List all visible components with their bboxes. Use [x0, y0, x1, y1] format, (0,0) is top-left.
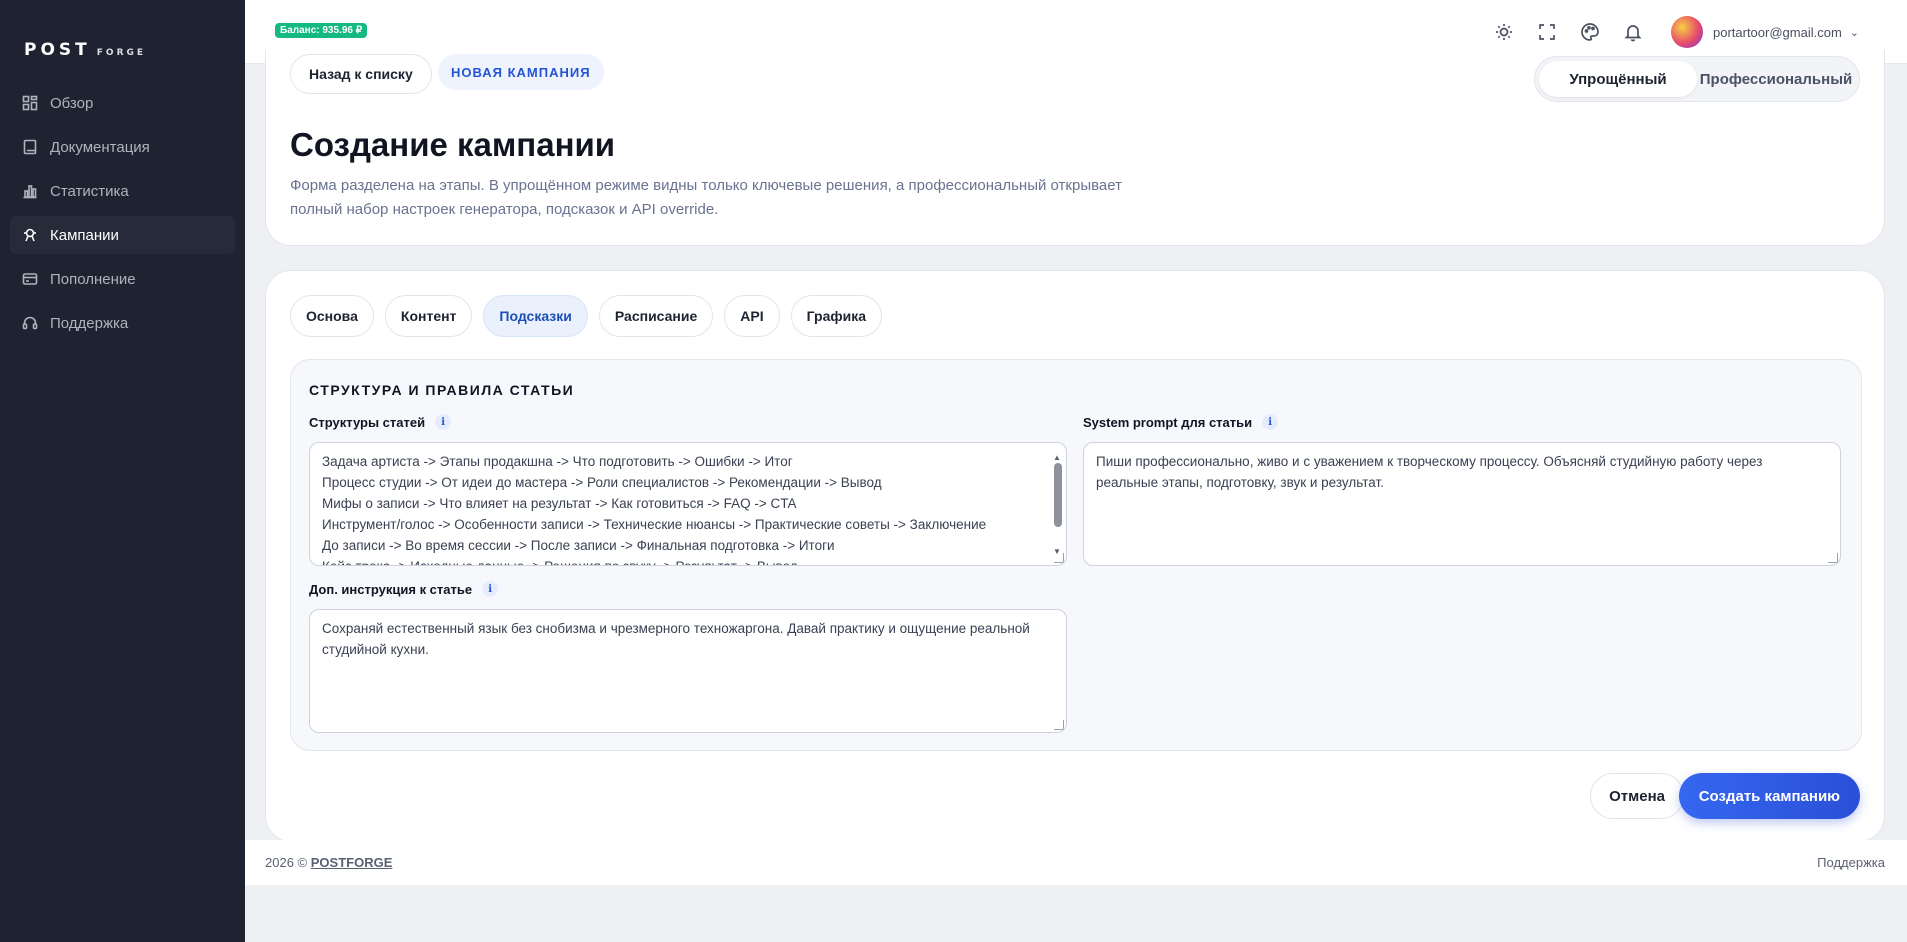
system-prompt-value: Пиши профессионально, живо и с уважением… — [1096, 454, 1763, 490]
structure-line: Мифы о записи -> Что влияет на результат… — [322, 496, 797, 511]
grid-icon — [22, 95, 38, 111]
tab-prompts[interactable]: Подсказки — [483, 295, 588, 337]
sidebar-item-topup[interactable]: Пополнение — [10, 260, 235, 298]
mode-switch: Упрощённый Профессиональный — [1534, 56, 1860, 102]
sidebar-item-label: Статистика — [50, 182, 129, 200]
structure-line: Задача артиста -> Этапы продакшна -> Что… — [322, 454, 793, 469]
info-icon[interactable]: i — [1262, 414, 1279, 430]
fullscreen-icon — [1539, 24, 1555, 40]
resize-handle-icon[interactable] — [1828, 553, 1838, 563]
system-prompt-textarea[interactable]: Пиши профессионально, живо и с уважением… — [1083, 442, 1841, 566]
sidebar-item-label: Пополнение — [50, 270, 136, 288]
info-icon[interactable]: i — [482, 581, 499, 597]
avatar — [1670, 16, 1703, 48]
structure-line: Инструмент/голос -> Особенности записи -… — [322, 517, 987, 532]
sun-icon — [1495, 24, 1512, 40]
rocket-icon — [24, 228, 36, 242]
structures-label: Структуры статей i — [309, 414, 452, 430]
extra-instruction-textarea[interactable]: Сохраняй естественный язык без снобизма … — [309, 609, 1067, 733]
textarea-scrollbar[interactable]: ▲ ▼ — [1052, 447, 1064, 559]
tab-schedule[interactable]: Расписание — [598, 295, 714, 337]
system-prompt-label: System prompt для статьи i — [1083, 414, 1279, 430]
tab-content[interactable]: Контент — [384, 295, 473, 337]
palette-icon — [1581, 23, 1599, 41]
back-to-list-button[interactable]: Назад к списку — [290, 54, 432, 94]
sidebar-item-label: Документация — [50, 138, 150, 156]
system-prompt-label-text: System prompt для статьи — [1083, 414, 1253, 430]
sidebar: POST FORGE Обзор Документация Статистика … — [0, 0, 245, 942]
extra-instruction-value: Сохраняй естественный язык без снобизма … — [322, 621, 1030, 657]
sidebar-item-label: Поддержка — [50, 314, 129, 332]
card-icon — [22, 273, 38, 285]
sidebar-item-label: Обзор — [50, 94, 94, 112]
page-description: Форма разделена на этапы. В упрощённом р… — [290, 177, 1122, 218]
footer-brand-link[interactable]: POSTFORGE — [311, 855, 393, 870]
balance-badge: Баланс: 935.96 ₽ — [275, 23, 368, 38]
form-tabs: Основа Контент Подсказки Расписание API … — [290, 295, 893, 337]
footer-support-link[interactable]: Поддержка — [1817, 855, 1885, 870]
structure-line: До записи -> Во время сессии -> После за… — [322, 538, 835, 553]
theme-toggle-button[interactable] — [1488, 16, 1520, 48]
headset-icon — [22, 316, 38, 330]
campaign-form-card: Основа Контент Подсказки Расписание API … — [265, 270, 1885, 842]
structure-line: Кейс трека -> Исходные данные -> Решения… — [322, 556, 1054, 565]
sidebar-item-support[interactable]: Поддержка — [10, 304, 235, 342]
scrollbar-thumb[interactable] — [1054, 463, 1062, 527]
bell-icon — [1624, 25, 1642, 42]
structure-line: Процесс студии -> От идеи до мастера -> … — [322, 475, 882, 490]
structures-label-text: Структуры статей — [309, 414, 426, 430]
tab-api[interactable]: API — [724, 295, 780, 337]
section-title: СТРУКТУРА И ПРАВИЛА СТАТЬИ — [309, 382, 575, 398]
resize-handle-icon[interactable] — [1054, 720, 1064, 730]
resize-handle-icon[interactable] — [1054, 553, 1064, 563]
campaign-header-card: Назад к списку НОВАЯ КАМПАНИЯ Упрощённый… — [265, 50, 1885, 246]
topbar-actions: portartoor@gmail.com ⌄ — [1477, 16, 1859, 48]
logo-sub: FORGE — [96, 48, 147, 58]
footer: 2026 © POSTFORGE Поддержка — [265, 855, 1885, 870]
new-campaign-badge: НОВАЯ КАМПАНИЯ — [438, 54, 604, 90]
sidebar-item-docs[interactable]: Документация — [10, 128, 235, 166]
notifications-button[interactable] — [1617, 16, 1649, 48]
sidebar-item-campaigns[interactable]: Кампании — [10, 216, 235, 254]
cancel-button[interactable]: Отмена — [1590, 773, 1684, 819]
extra-instruction-label: Доп. инструкция к статье i — [309, 581, 499, 597]
page-title: Создание кампании — [290, 126, 616, 163]
palette-button[interactable] — [1574, 16, 1606, 48]
extra-instruction-label-text: Доп. инструкция к статье — [309, 581, 473, 597]
sidebar-item-label: Кампании — [50, 226, 119, 244]
sidebar-nav: Обзор Документация Статистика Кампании П… — [10, 84, 235, 348]
tab-graphics[interactable]: Графика — [790, 295, 883, 337]
create-campaign-button[interactable]: Создать кампанию — [1678, 773, 1860, 819]
fullscreen-button[interactable] — [1531, 16, 1563, 48]
user-menu[interactable]: portartoor@gmail.com ⌄ — [1670, 16, 1859, 48]
book-icon — [23, 139, 37, 155]
sidebar-item-stats[interactable]: Статистика — [10, 172, 235, 210]
logo-main: POST — [24, 40, 91, 60]
article-structure-section: СТРУКТУРА И ПРАВИЛА СТАТЬИ Структуры ста… — [290, 359, 1862, 751]
footer-copyright: 2026 © — [265, 855, 308, 870]
structures-textarea[interactable]: Задача артиста -> Этапы продакшна -> Что… — [309, 442, 1067, 566]
bar-chart-icon — [23, 185, 37, 199]
info-icon[interactable]: i — [435, 414, 452, 430]
logo[interactable]: POST FORGE — [24, 40, 146, 60]
mode-pro-button[interactable]: Профессиональный — [1697, 61, 1855, 97]
tab-basics[interactable]: Основа — [290, 295, 374, 337]
user-email: portartoor@gmail.com — [1712, 24, 1842, 40]
chevron-down-icon: ⌄ — [1849, 26, 1859, 39]
mode-simple-button[interactable]: Упрощённый — [1539, 61, 1697, 97]
sidebar-item-overview[interactable]: Обзор — [10, 84, 235, 122]
